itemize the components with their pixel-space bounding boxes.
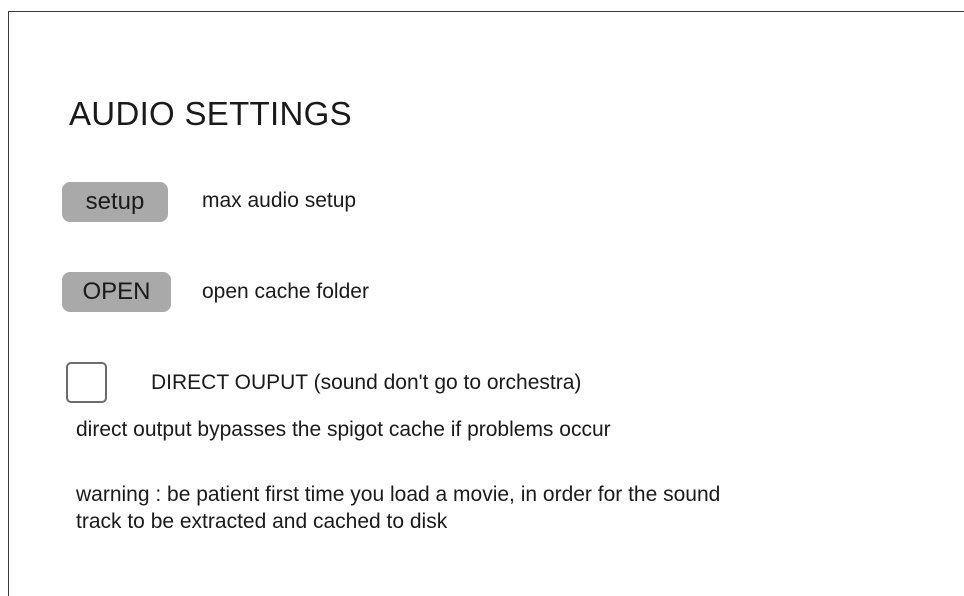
direct-output-checkbox[interactable] xyxy=(66,362,107,403)
page-title: AUDIO SETTINGS xyxy=(69,95,352,132)
warning-text: warning : be patient first time you load… xyxy=(76,481,956,535)
open-cache-description: open cache folder xyxy=(202,280,369,303)
audio-settings-panel: AUDIO SETTINGS setup max audio setup OPE… xyxy=(8,11,964,596)
warning-line-2: track to be extracted and cached to disk xyxy=(76,510,448,533)
setup-description: max audio setup xyxy=(202,189,357,212)
setup-button[interactable]: setup xyxy=(62,182,168,222)
open-cache-button[interactable]: OPEN xyxy=(62,272,171,312)
warning-line-1: warning : be patient first time you load… xyxy=(76,483,721,506)
direct-output-note: direct output bypasses the spigot cache … xyxy=(76,418,611,441)
direct-output-label: DIRECT OUPUT (sound don't go to orchestr… xyxy=(151,371,582,394)
